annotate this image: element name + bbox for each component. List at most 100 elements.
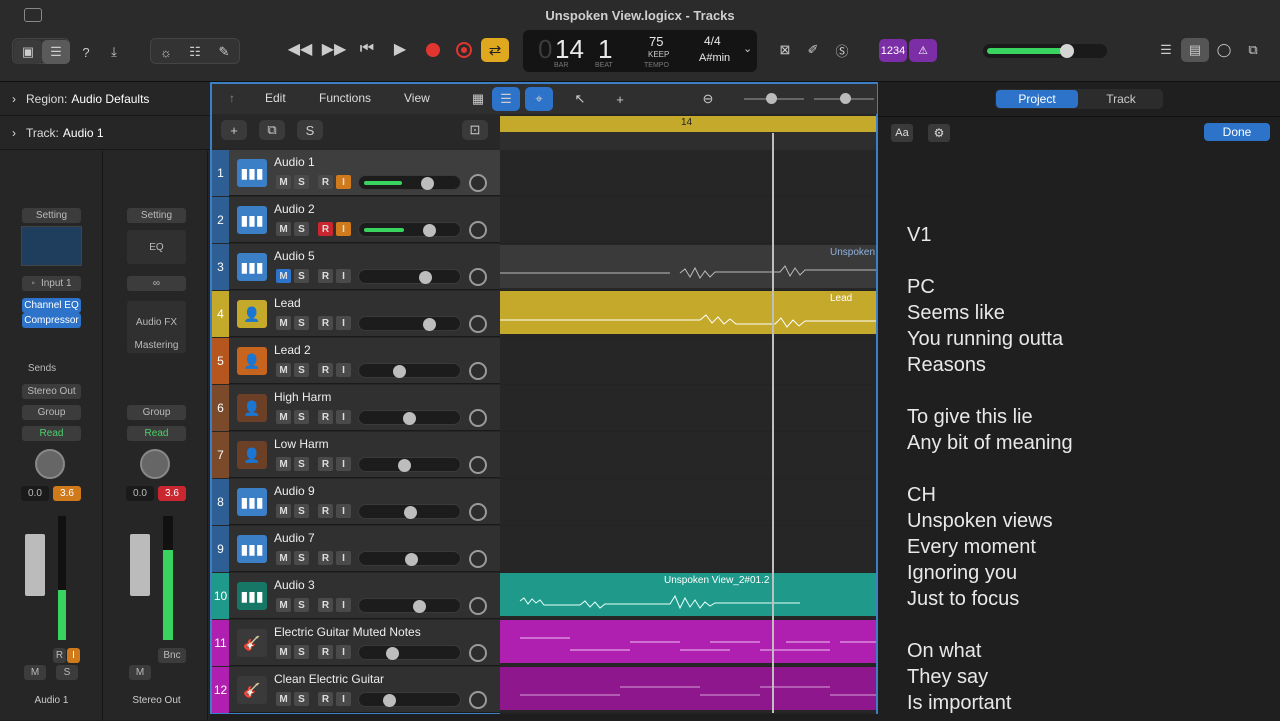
vertical-zoom-slider[interactable] bbox=[744, 93, 804, 104]
lcd-signature[interactable]: 4/4 bbox=[704, 34, 721, 48]
region-clean-electric-guitar[interactable] bbox=[500, 667, 876, 710]
record-enable-button[interactable]: R bbox=[318, 692, 333, 706]
view-menu[interactable]: View bbox=[404, 91, 430, 105]
go-to-start-icon[interactable]: ⏮ bbox=[353, 37, 381, 61]
pan-knob[interactable] bbox=[469, 174, 487, 192]
volume-knob[interactable] bbox=[404, 506, 417, 519]
play-icon[interactable]: ▶ bbox=[386, 37, 414, 61]
tab-track[interactable]: Track bbox=[1080, 90, 1162, 108]
volume-knob[interactable] bbox=[423, 224, 436, 237]
input-monitor-button[interactable]: I bbox=[336, 410, 351, 424]
track-header[interactable]: 9 ▮▮▮ Audio 7 MSRI bbox=[212, 526, 500, 572]
solo-button[interactable]: S bbox=[294, 316, 309, 330]
global-solo-button[interactable]: S bbox=[297, 120, 323, 140]
record-button[interactable]: R bbox=[53, 648, 66, 663]
mute-button[interactable]: M bbox=[24, 665, 46, 680]
volume-slider[interactable] bbox=[358, 457, 461, 472]
replace-icon[interactable]: ⊠ bbox=[771, 38, 799, 62]
track-name[interactable]: Audio 7 bbox=[274, 531, 315, 545]
input-monitor-button[interactable]: I bbox=[336, 222, 351, 236]
track-name[interactable]: Audio 1 bbox=[274, 155, 315, 169]
track-lane[interactable] bbox=[500, 432, 876, 479]
input-monitor-button[interactable]: I bbox=[67, 648, 80, 663]
volume-knob[interactable] bbox=[405, 553, 418, 566]
mute-button[interactable]: M bbox=[276, 645, 291, 659]
waveform-icon[interactable]: ▮▮▮ bbox=[237, 535, 267, 563]
record-enable-button[interactable]: R bbox=[318, 457, 333, 471]
volume-slider[interactable] bbox=[358, 551, 461, 566]
mute-button[interactable]: M bbox=[276, 175, 291, 189]
region-lead[interactable]: Lead bbox=[500, 291, 876, 334]
pan-knob[interactable] bbox=[469, 456, 487, 474]
plugin-channel-eq[interactable]: Channel EQ bbox=[22, 298, 81, 313]
font-button[interactable]: Aa bbox=[891, 124, 913, 142]
forward-icon[interactable]: ▶▶ bbox=[320, 37, 348, 61]
solo-button[interactable]: S bbox=[294, 269, 309, 283]
count-in-button[interactable]: 1234 bbox=[879, 39, 907, 62]
mute-button[interactable]: M bbox=[276, 551, 291, 565]
record-enable-button[interactable]: R bbox=[318, 363, 333, 377]
eq-thumbnail[interactable] bbox=[21, 226, 82, 266]
pan-knob[interactable] bbox=[469, 644, 487, 662]
track-name[interactable]: Lead bbox=[274, 296, 301, 310]
waveform-icon[interactable]: ▮▮▮ bbox=[237, 159, 267, 187]
volume-slider[interactable] bbox=[358, 410, 461, 425]
pan-knob[interactable] bbox=[35, 449, 65, 479]
input-monitor-button[interactable]: I bbox=[336, 645, 351, 659]
lcd-chevron-down-icon[interactable]: ⌄ bbox=[743, 42, 752, 55]
volume-knob[interactable] bbox=[419, 271, 432, 284]
ruler-cycle-area[interactable]: 14 bbox=[500, 116, 876, 132]
mute-button[interactable]: M bbox=[129, 665, 151, 680]
pan-knob[interactable] bbox=[469, 550, 487, 568]
record-button[interactable] bbox=[426, 43, 440, 57]
group-slot[interactable]: Group bbox=[22, 405, 81, 420]
link-icon[interactable]: ∞ bbox=[127, 276, 186, 291]
track-header[interactable]: 12 🎸 Clean Electric Guitar M S R I bbox=[212, 667, 500, 713]
playhead[interactable] bbox=[772, 133, 774, 713]
browsers-icon[interactable]: ⧉ bbox=[1239, 38, 1267, 62]
track-header[interactable]: 1 ▮▮▮ Audio 1 MSRI bbox=[212, 150, 500, 196]
pan-knob[interactable] bbox=[469, 409, 487, 427]
lcd-key[interactable]: A#min bbox=[699, 52, 730, 64]
record-enable-button[interactable]: R bbox=[318, 222, 333, 236]
ruler[interactable] bbox=[500, 132, 876, 150]
metronome-icon[interactable]: ⚠ bbox=[909, 39, 937, 62]
inspector-icon[interactable]: ☰ bbox=[42, 40, 70, 64]
pan-knob[interactable] bbox=[469, 362, 487, 380]
record-enable-button[interactable]: R bbox=[318, 316, 333, 330]
pan-knob[interactable] bbox=[469, 221, 487, 239]
mute-button[interactable]: M bbox=[276, 316, 291, 330]
volume-slider[interactable] bbox=[358, 175, 461, 190]
solo-button[interactable]: S bbox=[294, 551, 309, 565]
volume-knob[interactable] bbox=[403, 412, 416, 425]
volume-slider[interactable] bbox=[358, 363, 461, 378]
help-icon[interactable]: ? bbox=[72, 40, 100, 64]
volume-slider[interactable] bbox=[358, 269, 461, 284]
lcd-tempo[interactable]: 75 bbox=[649, 34, 663, 49]
record-enable-button[interactable]: R bbox=[318, 551, 333, 565]
mute-button[interactable]: M bbox=[276, 269, 291, 283]
group-slot[interactable]: Group bbox=[127, 405, 186, 420]
track-lane[interactable] bbox=[500, 197, 876, 244]
mixer-icon[interactable]: ☷ bbox=[181, 40, 209, 64]
track-name[interactable]: High Harm bbox=[274, 390, 331, 404]
track-header[interactable]: 8 ▮▮▮ Audio 9 MSRI bbox=[212, 479, 500, 525]
singer-icon[interactable]: 👤 bbox=[237, 347, 267, 375]
loop-browser-icon[interactable]: ◯ bbox=[1210, 38, 1238, 62]
volume-knob[interactable] bbox=[421, 177, 434, 190]
record-enable-button[interactable]: R bbox=[318, 598, 333, 612]
solo-button[interactable]: S bbox=[294, 692, 309, 706]
list-view-icon[interactable]: ☰ bbox=[492, 87, 520, 111]
grid-view-icon[interactable]: ▦ bbox=[464, 87, 492, 111]
mute-button[interactable]: M bbox=[276, 692, 291, 706]
record-enable-button[interactable]: R bbox=[318, 175, 333, 189]
volume-knob[interactable] bbox=[386, 647, 399, 660]
mute-button[interactable]: M bbox=[276, 410, 291, 424]
mute-button[interactable]: M bbox=[276, 457, 291, 471]
duplicate-track-icon[interactable]: ⧉ bbox=[259, 120, 285, 140]
guitar-icon[interactable]: 🎸 bbox=[237, 676, 267, 704]
tab-project[interactable]: Project bbox=[996, 90, 1078, 108]
mute-button[interactable]: M bbox=[276, 598, 291, 612]
audio-fx-slot[interactable]: Audio FX bbox=[127, 301, 186, 343]
cycle-icon[interactable]: ⇄ bbox=[481, 38, 509, 62]
